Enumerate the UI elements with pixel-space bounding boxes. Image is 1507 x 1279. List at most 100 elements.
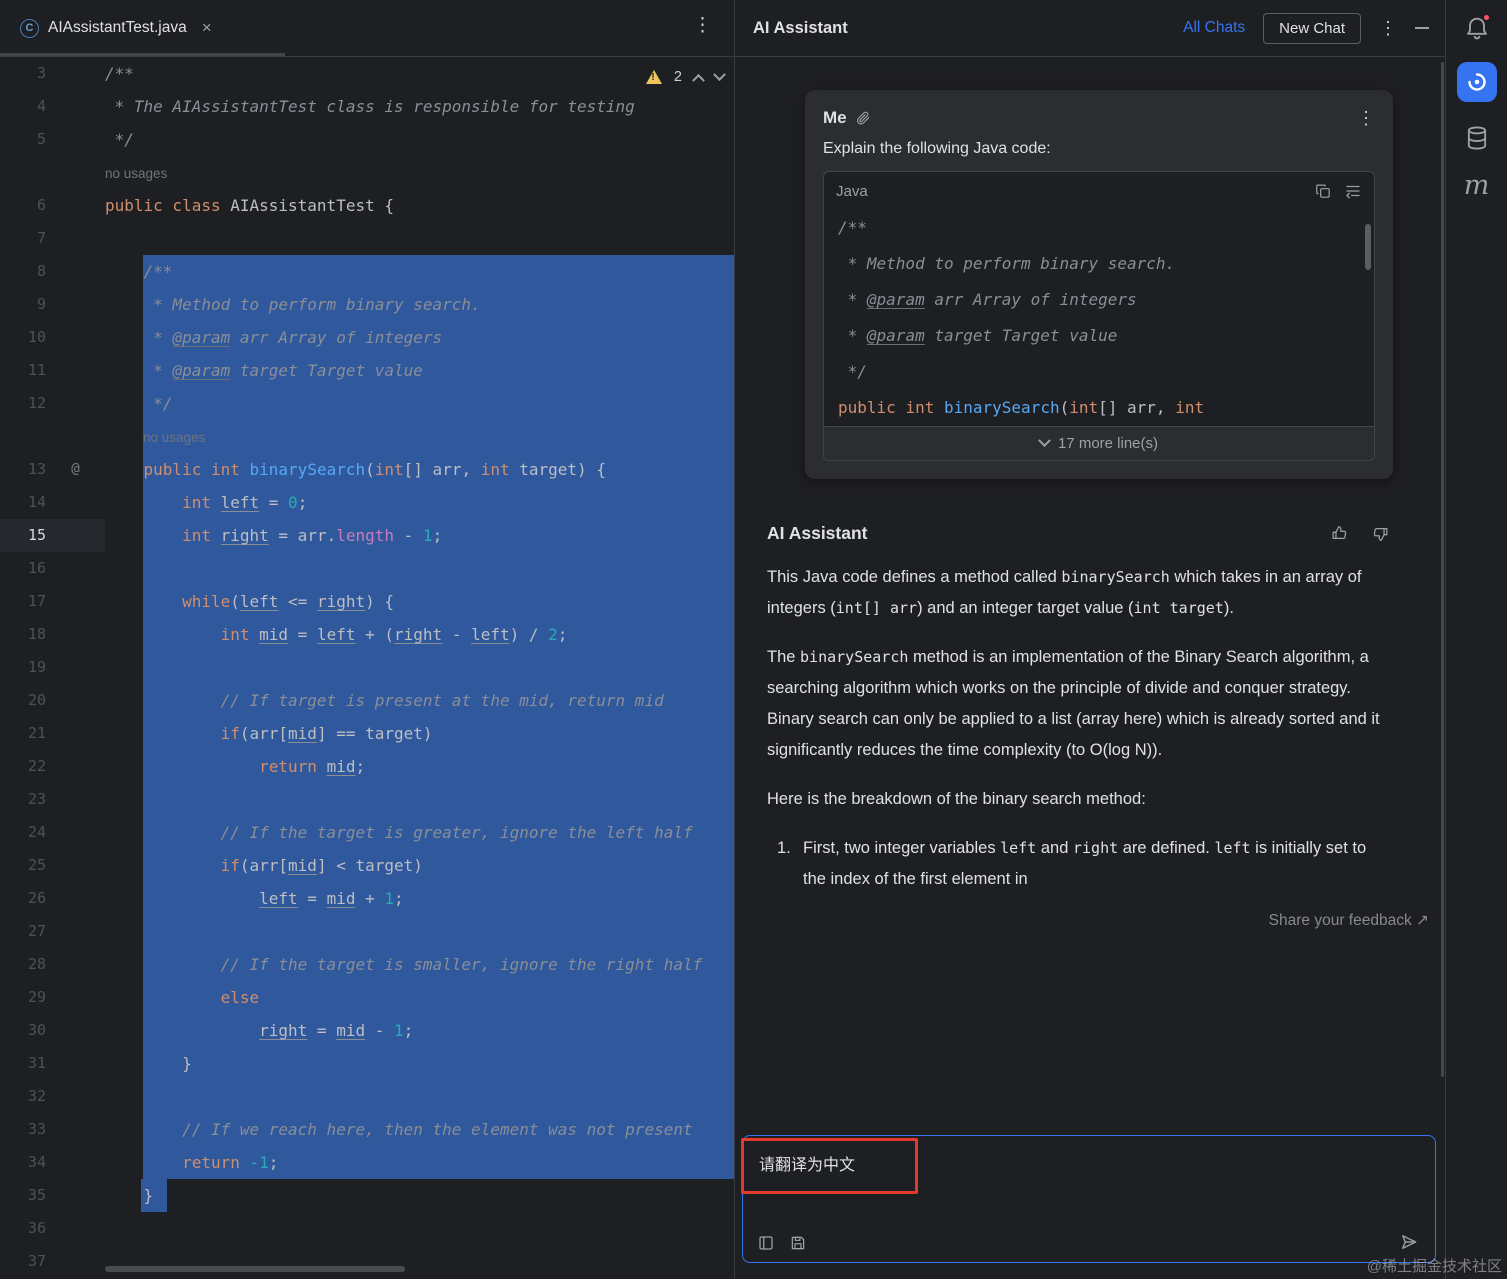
attachment-paperclip-icon[interactable]	[855, 110, 871, 126]
inlay-hint-row[interactable]: no usages	[0, 420, 734, 453]
gutter[interactable]: 31	[0, 1047, 105, 1080]
gutter[interactable]: 25	[0, 849, 105, 882]
next-problem-chevron-icon[interactable]	[713, 67, 726, 81]
gutter[interactable]: 3	[0, 57, 105, 90]
file-tab[interactable]: C AIAssistantTest.java ×	[0, 0, 226, 56]
code-line[interactable]: 18 int mid = left + (right - left) / 2;	[0, 618, 734, 651]
gutter[interactable]: 29	[0, 981, 105, 1014]
expand-more-lines[interactable]: 17 more line(s)	[824, 426, 1374, 460]
code-line[interactable]: 27	[0, 915, 734, 948]
code-line[interactable]: 30 right = mid - 1;	[0, 1014, 734, 1047]
gutter[interactable]: 13 @	[0, 453, 105, 486]
code-line[interactable]: 5 */	[0, 123, 734, 156]
code-line[interactable]: 34 return -1;	[0, 1146, 734, 1179]
gutter[interactable]: 6	[0, 189, 105, 222]
soft-wrap-icon[interactable]	[1344, 182, 1362, 200]
ai-assistant-tool-button[interactable]	[1456, 62, 1497, 102]
gutter[interactable]: 20	[0, 684, 105, 717]
gutter[interactable]: 16	[0, 552, 105, 585]
gutter[interactable]: 15	[0, 519, 105, 552]
gutter[interactable]: 11	[0, 354, 105, 387]
code-line[interactable]: 29 else	[0, 981, 734, 1014]
editor-options-kebab-icon[interactable]: ⋮	[693, 14, 712, 37]
gutter[interactable]	[0, 156, 105, 189]
code-line[interactable]: 3/**	[0, 57, 734, 90]
hide-panel-icon[interactable]	[1415, 27, 1429, 29]
code-line[interactable]: 9 * Method to perform binary search.	[0, 288, 734, 321]
code-line[interactable]: 23	[0, 783, 734, 816]
code-line[interactable]: 35 }	[0, 1179, 734, 1212]
code-line[interactable]: 7	[0, 222, 734, 255]
gutter[interactable]	[0, 420, 105, 453]
code-line[interactable]: 33 // If we reach here, then the element…	[0, 1113, 734, 1146]
code-line[interactable]: 14 int left = 0;	[0, 486, 734, 519]
gutter[interactable]: 32	[0, 1080, 105, 1113]
code-line[interactable]: 12 */	[0, 387, 734, 420]
gutter[interactable]: 30	[0, 1014, 105, 1047]
code-line[interactable]: 26 left = mid + 1;	[0, 882, 734, 915]
thumbs-up-icon[interactable]	[1330, 524, 1349, 543]
send-message-icon[interactable]	[1399, 1232, 1419, 1252]
code-line[interactable]: 4 * The AIAssistantTest class is respons…	[0, 90, 734, 123]
gutter[interactable]: 28	[0, 948, 105, 981]
gutter[interactable]: 8	[0, 255, 105, 288]
usages-inlay-hint[interactable]: no usages	[105, 166, 167, 181]
gutter[interactable]: 12	[0, 387, 105, 420]
code-line[interactable]: 25 if(arr[mid] < target)	[0, 849, 734, 882]
gutter[interactable]: 18	[0, 618, 105, 651]
new-chat-button[interactable]: New Chat	[1263, 12, 1361, 44]
message-options-kebab-icon[interactable]: ⋮	[1357, 108, 1375, 129]
code-line[interactable]: 17 while(left <= right) {	[0, 585, 734, 618]
inlay-hint-row[interactable]: no usages	[0, 156, 734, 189]
code-line[interactable]: 6 public class AIAssistantTest {	[0, 189, 734, 222]
gutter[interactable]: 27	[0, 915, 105, 948]
code-line[interactable]: 32	[0, 1080, 734, 1113]
code-line[interactable]: 11 * @param target Target value	[0, 354, 734, 387]
code-line[interactable]: 19	[0, 651, 734, 684]
inspections-widget[interactable]: 2	[645, 67, 726, 87]
gutter[interactable]: 37	[0, 1245, 105, 1278]
prompt-library-icon[interactable]	[757, 1234, 775, 1252]
code-line[interactable]: 28 // If the target is smaller, ignore t…	[0, 948, 734, 981]
chat-vertical-scrollbar[interactable]	[1441, 62, 1444, 1077]
gutter[interactable]: 9	[0, 288, 105, 321]
gutter[interactable]: 35	[0, 1179, 105, 1212]
gutter[interactable]: 10	[0, 321, 105, 354]
gutter[interactable]: 4	[0, 90, 105, 123]
gutter[interactable]: 14	[0, 486, 105, 519]
usages-inlay-hint[interactable]: no usages	[105, 430, 205, 445]
code-line[interactable]: 31 }	[0, 1047, 734, 1080]
horizontal-scrollbar[interactable]	[105, 1266, 405, 1272]
code-line[interactable]: 15 int right = arr.length - 1;	[0, 519, 734, 552]
code-line[interactable]: 20 // If target is present at the mid, r…	[0, 684, 734, 717]
gutter[interactable]: 22	[0, 750, 105, 783]
gutter[interactable]: 24	[0, 816, 105, 849]
gutter[interactable]: 17	[0, 585, 105, 618]
code-line[interactable]: 21 if(arr[mid] == target)	[0, 717, 734, 750]
prev-problem-chevron-icon[interactable]	[692, 73, 705, 87]
thumbs-down-icon[interactable]	[1371, 524, 1390, 543]
annotated-method-icon[interactable]: @	[46, 453, 105, 486]
code-line[interactable]: 10 * @param arr Array of integers	[0, 321, 734, 354]
gutter[interactable]: 5	[0, 123, 105, 156]
gutter[interactable]: 33	[0, 1113, 105, 1146]
database-tool-icon[interactable]	[1463, 124, 1491, 152]
code-line[interactable]: 37	[0, 1245, 734, 1278]
notifications-bell-icon[interactable]	[1463, 13, 1491, 42]
save-prompt-icon[interactable]	[789, 1234, 807, 1252]
code-snippet-scrollbar[interactable]	[1365, 224, 1371, 270]
gutter[interactable]: 34	[0, 1146, 105, 1179]
share-feedback-link[interactable]: Share your feedback ↗	[735, 911, 1429, 930]
gutter[interactable]: 26	[0, 882, 105, 915]
gutter[interactable]: 19	[0, 651, 105, 684]
gutter[interactable]: 7	[0, 222, 105, 255]
chat-input[interactable]: 请翻译为中文	[741, 1135, 1436, 1263]
code-editor[interactable]: 3/** 4 * The AIAssistantTest class is res…	[0, 57, 734, 1279]
code-line[interactable]: 36	[0, 1212, 734, 1245]
code-line[interactable]: 24 // If the target is greater, ignore t…	[0, 816, 734, 849]
gutter[interactable]: 21	[0, 717, 105, 750]
all-chats-link[interactable]: All Chats	[1183, 19, 1245, 37]
gutter[interactable]: 23	[0, 783, 105, 816]
copy-code-icon[interactable]	[1315, 183, 1332, 200]
code-line[interactable]: 16	[0, 552, 734, 585]
